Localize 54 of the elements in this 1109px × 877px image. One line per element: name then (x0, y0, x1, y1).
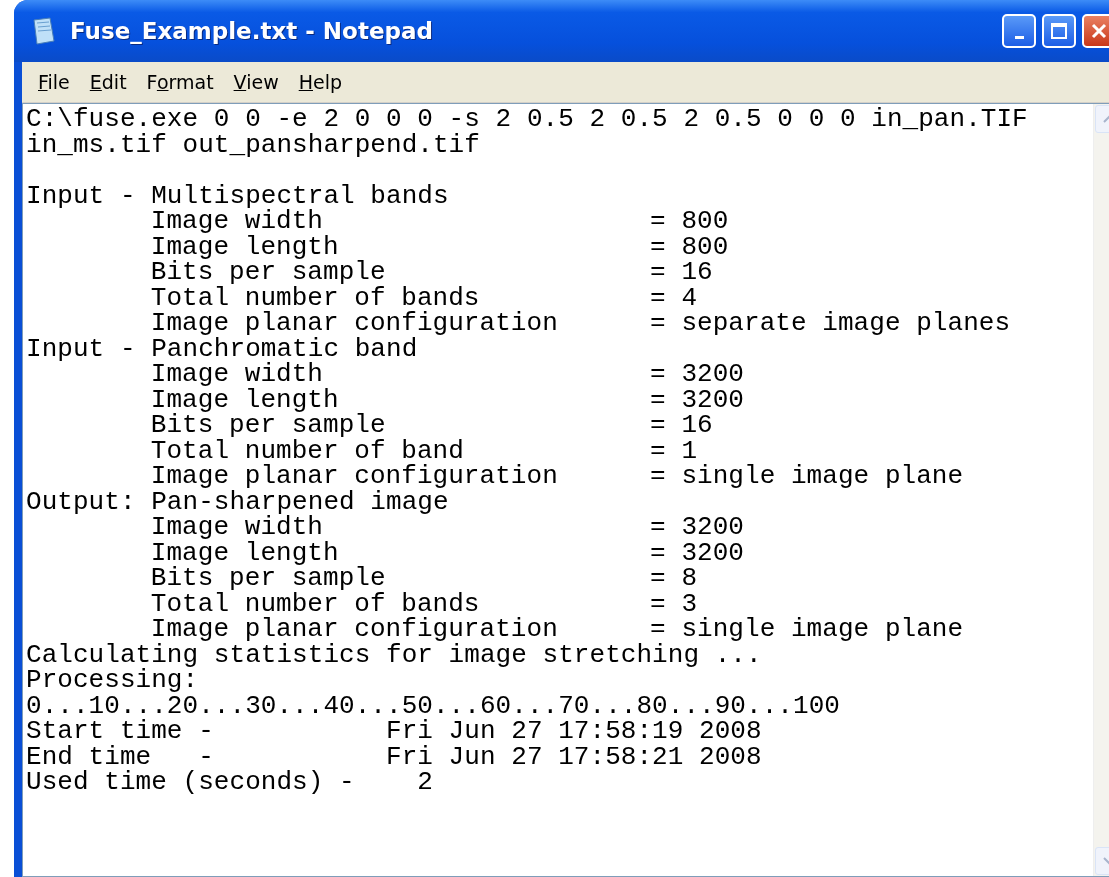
field-value: = 3 (650, 591, 698, 617)
text-line: 0...10...20...30...40...50...60...70...80...90...100 (26, 693, 841, 719)
section-heading: Input - Multispectral bands (26, 183, 450, 209)
field-label: Image length (150, 540, 339, 566)
text-line: Calculating statistics for image stretching ... (26, 642, 762, 668)
field-value: = 800 (650, 234, 729, 260)
text-line: Start time - Fri Jun 27 17:58:19 2008 (26, 719, 763, 745)
field-value: = separate image planes (650, 311, 1011, 337)
field-value: = single image plane (650, 464, 964, 490)
field-label: Total number of bands (150, 285, 480, 311)
menu-item[interactable]: Format (136, 71, 224, 93)
field-value: = 800 (650, 209, 729, 235)
field-label: Image width (150, 515, 323, 541)
section-heading: Output: Pan-sharpened image (26, 489, 449, 515)
text-line: in_ms.tif out_pansharpend.tif (26, 132, 481, 158)
field-label: Image planar configuration (150, 617, 558, 643)
field-value: = 3200 (650, 362, 744, 388)
window-title: Fuse_Example.txt - Notepad (70, 18, 434, 44)
field-value: = 16 (650, 260, 713, 286)
field-label: Image width (150, 209, 323, 235)
field-label: Image length (150, 234, 339, 260)
field-value: = 4 (650, 285, 698, 311)
section-heading: Input - Panchromatic band (26, 336, 418, 362)
field-value: = 1 (650, 438, 698, 464)
text-line: End time - Fri Jun 27 17:58:21 2008 (26, 744, 763, 770)
field-value: = 3200 (650, 540, 744, 566)
field-value: = 8 (650, 566, 698, 592)
field-value: = 16 (650, 413, 713, 439)
field-label: Image length (150, 387, 339, 413)
field-label: Bits per sample (150, 566, 387, 592)
text-line: Processing: (26, 668, 200, 694)
text-line: C:\fuse.exe 0 0 -e 2 0 0 0 -s 2 0.5 2 0.5 2 0.5 0 0 0 in_pan.TIF (26, 107, 1029, 133)
field-label: Bits per sample (150, 413, 387, 439)
field-label: Bits per sample (150, 260, 387, 286)
close-button[interactable] (1082, 14, 1109, 48)
field-value: = 3200 (650, 515, 744, 541)
menu-item[interactable]: Edit (79, 71, 137, 93)
field-label: Image planar configuration (150, 464, 559, 490)
menu-item[interactable]: Help (288, 71, 353, 93)
maximize-icon (1050, 22, 1068, 40)
field-label: Image planar configuration (150, 311, 559, 337)
field-value: = single image plane (650, 617, 964, 643)
minimize-button[interactable] (1002, 14, 1036, 48)
field-label: Total number of band (150, 438, 464, 464)
menu-item[interactable]: File (28, 71, 80, 93)
maximize-button[interactable] (1042, 14, 1076, 48)
minimize-icon (1014, 35, 1024, 39)
menu-item[interactable]: View (223, 71, 289, 93)
field-value: = 3200 (650, 387, 744, 413)
close-icon (1090, 22, 1108, 40)
notepad-icon (32, 17, 56, 45)
text-line: Used time (seconds) - 2 (26, 770, 434, 796)
field-label: Image width (150, 362, 323, 388)
field-label: Total number of bands (150, 591, 480, 617)
